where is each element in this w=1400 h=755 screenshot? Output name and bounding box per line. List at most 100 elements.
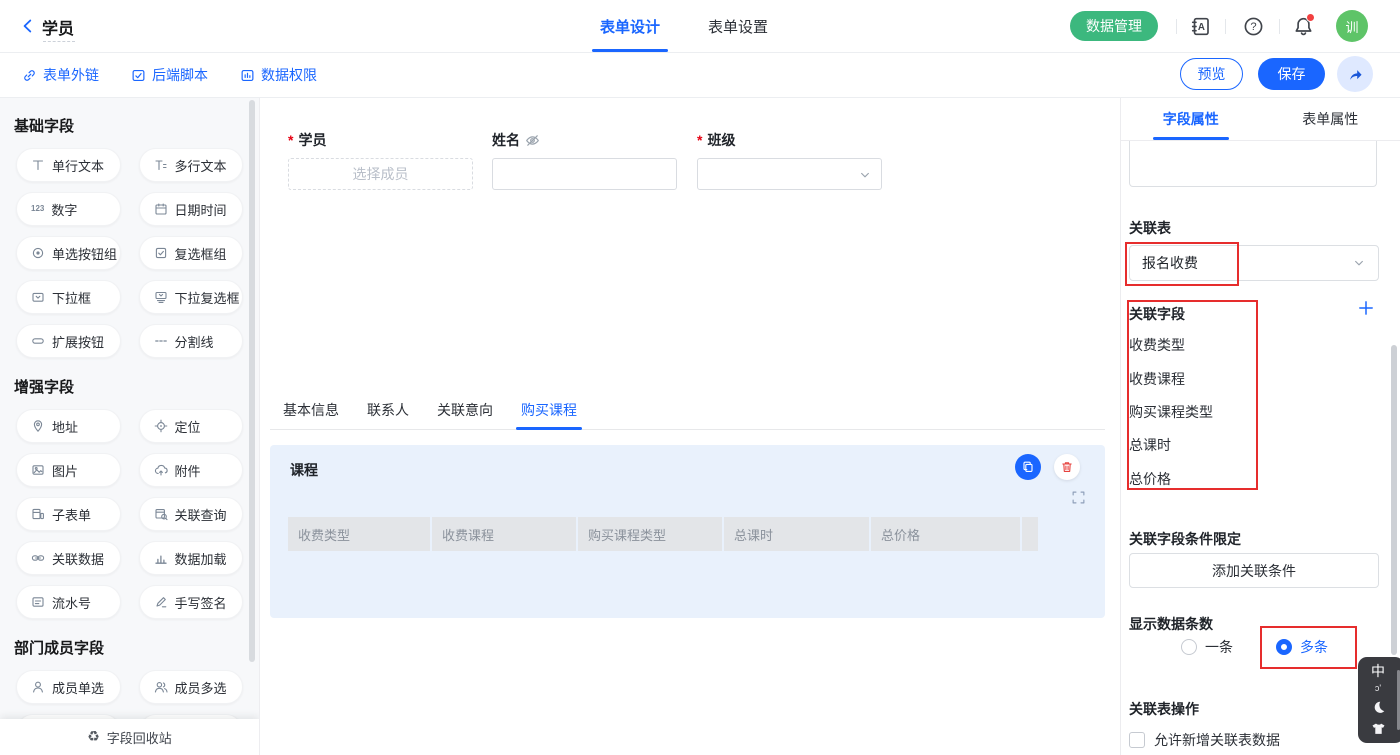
required-star: *: [288, 132, 293, 148]
form-canvas: *学员 选择成员 姓名 *班级 基本信息 联系人 关联意向 购买课程 课程 收费…: [260, 97, 1120, 755]
divider: [1225, 19, 1226, 34]
field-item-serial-number[interactable]: 流水号: [16, 585, 121, 619]
moon-icon[interactable]: [1371, 700, 1386, 715]
tab-purchase-course[interactable]: 购买课程: [521, 397, 577, 429]
field-label: 单选按钮组: [52, 244, 117, 263]
field-item-attachment[interactable]: 附件: [139, 453, 244, 487]
field-item-signature[interactable]: 手写签名: [139, 585, 244, 619]
field-label: 数字: [51, 200, 77, 219]
radio-single[interactable]: 一条: [1181, 637, 1233, 657]
related-field-total-price[interactable]: 总价格: [1129, 469, 1171, 489]
subform-course-panel[interactable]: 课程 收费类型 收费课程 购买课程类型 总课时 总价格: [270, 445, 1105, 618]
field-item-image[interactable]: 图片: [16, 453, 121, 487]
field-label: 成员单选: [52, 678, 104, 697]
related-field-fee-type[interactable]: 收费类型: [1129, 335, 1185, 355]
related-table-select[interactable]: 报名收费: [1129, 245, 1379, 281]
calendar-icon: [154, 202, 168, 216]
field-item-checkbox-group[interactable]: 复选框组: [139, 236, 244, 270]
form-toolbar: 表单外链 后端脚本 数据权限 预览 保存: [0, 53, 1400, 98]
field-name[interactable]: 姓名: [492, 130, 677, 190]
data-permission-label: 数据权限: [261, 65, 317, 85]
column-purchase-type: 购买课程类型: [578, 517, 722, 551]
field-recycle-bin[interactable]: ♻ 字段回收站: [0, 719, 259, 755]
field-item-datetime[interactable]: 日期时间: [139, 192, 244, 226]
tab-related-intent[interactable]: 关联意向: [437, 397, 493, 429]
external-link-label: 表单外链: [43, 65, 99, 85]
field-item-data-load[interactable]: 数据加载: [139, 541, 244, 575]
serial-number-icon: [31, 595, 45, 609]
fullscreen-icon[interactable]: [1071, 490, 1086, 505]
tab-form-properties[interactable]: 表单属性: [1261, 97, 1400, 140]
annotation-box-related-fields: [1127, 300, 1258, 490]
chevron-down-icon: [858, 168, 872, 182]
field-class[interactable]: *班级: [697, 130, 882, 190]
field-item-radio-group[interactable]: 单选按钮组: [16, 236, 121, 270]
tab-form-design-label: 表单设计: [600, 16, 660, 37]
save-button[interactable]: 保存: [1258, 58, 1325, 90]
field-item-multi-line-text[interactable]: 多行文本: [139, 148, 244, 182]
ime-language[interactable]: 中: [1371, 664, 1385, 678]
related-field-total-hours[interactable]: 总课时: [1129, 435, 1171, 455]
backend-script-button[interactable]: 后端脚本: [131, 65, 208, 85]
eye-off-icon: [525, 133, 540, 148]
copy-icon: [1021, 460, 1035, 474]
tab-field-properties[interactable]: 字段属性: [1121, 97, 1261, 140]
recycle-bin-label: 字段回收站: [107, 728, 172, 747]
link-icon: [22, 68, 37, 83]
add-related-field-button[interactable]: [1358, 300, 1374, 316]
field-item-single-line-text[interactable]: 单行文本: [16, 148, 121, 182]
field-item-lookup-query[interactable]: 关联查询: [139, 497, 244, 531]
field-item-member-multi[interactable]: 成员多选: [139, 670, 244, 704]
checkbox: [1129, 732, 1145, 748]
tab-form-settings[interactable]: 表单设置: [706, 0, 770, 52]
tab-form-design[interactable]: 表单设计: [598, 0, 662, 52]
help-icon[interactable]: ?: [1242, 15, 1264, 37]
data-load-icon: [154, 551, 168, 565]
column-total-hours: 总课时: [724, 517, 869, 551]
related-field-purchase-type[interactable]: 购买课程类型: [1129, 402, 1213, 422]
add-condition-button[interactable]: 添加关联条件: [1129, 553, 1379, 588]
copy-button[interactable]: [1015, 454, 1041, 480]
field-student[interactable]: *学员 选择成员: [288, 130, 473, 190]
checkbox-icon: [154, 246, 168, 260]
share-button[interactable]: [1337, 56, 1373, 92]
shirt-icon[interactable]: [1371, 721, 1386, 736]
avatar[interactable]: 训: [1336, 10, 1368, 42]
radio-circle-selected: [1276, 639, 1292, 655]
field-item-related-data[interactable]: 关联数据: [16, 541, 121, 575]
member-picker-input[interactable]: 选择成员: [288, 158, 473, 190]
name-input[interactable]: [492, 158, 677, 190]
data-permission-button[interactable]: 数据权限: [240, 65, 317, 85]
class-select[interactable]: [697, 158, 882, 190]
field-item-extend-button[interactable]: 扩展按钮: [16, 324, 121, 358]
field-item-dropdown-multi[interactable]: 下拉复选框: [139, 280, 244, 314]
field-item-address[interactable]: 地址: [16, 409, 121, 443]
member-multi-icon: [154, 680, 168, 694]
tab-contacts[interactable]: 联系人: [367, 397, 409, 429]
contact-book-icon[interactable]: A: [1189, 15, 1211, 37]
input-method-widget[interactable]: 中 ɔ': [1358, 657, 1400, 743]
radio-multiple[interactable]: 多条: [1276, 637, 1328, 657]
field-item-member-single[interactable]: 成员单选: [16, 670, 121, 704]
field-item-locate[interactable]: 定位: [139, 409, 244, 443]
allow-add-related-data[interactable]: 允许新增关联表数据: [1129, 730, 1280, 750]
back-button[interactable]: [16, 14, 40, 38]
field-item-dropdown[interactable]: 下拉框: [16, 280, 121, 314]
condition-label: 关联字段条件限定: [1129, 529, 1241, 549]
ime-punctuation-mode[interactable]: ɔ': [1375, 684, 1381, 693]
preview-button[interactable]: 预览: [1180, 58, 1243, 90]
truncated-input[interactable]: [1129, 141, 1377, 187]
field-item-divider-line[interactable]: 分割线: [139, 324, 244, 358]
external-link-button[interactable]: 表单外链: [22, 65, 99, 85]
tab-basic-info[interactable]: 基本信息: [283, 397, 339, 429]
panel-scrollbar[interactable]: [1391, 345, 1397, 655]
field-item-subform[interactable]: 子表单: [16, 497, 121, 531]
field-label: 单行文本: [52, 156, 104, 175]
data-manage-button[interactable]: 数据管理: [1070, 11, 1158, 41]
delete-button[interactable]: [1054, 454, 1080, 480]
sidebar-scrollbar[interactable]: [249, 100, 255, 662]
number-icon: 123: [31, 205, 44, 213]
field-label: 图片: [52, 461, 78, 480]
field-item-number[interactable]: 123 数字: [16, 192, 121, 226]
related-field-fee-course[interactable]: 收费课程: [1129, 369, 1185, 389]
